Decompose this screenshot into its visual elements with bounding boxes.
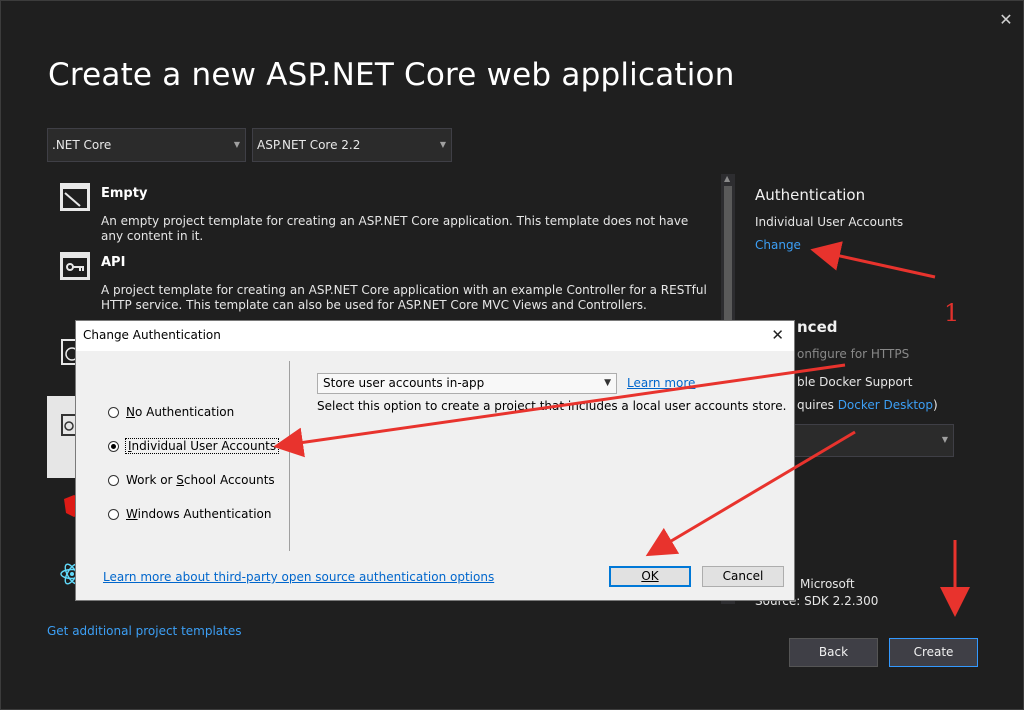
- chevron-down-icon: ▼: [439, 140, 446, 149]
- docker-desktop-link[interactable]: Docker Desktop: [838, 398, 933, 412]
- vertical-divider: [289, 361, 290, 551]
- requires-suffix: ): [933, 398, 938, 412]
- requires-text: quires: [797, 398, 838, 412]
- learn-more-link[interactable]: Learn more: [627, 376, 695, 390]
- radio-button[interactable]: [108, 406, 119, 418]
- change-authentication-dialog: Change Authentication ✕ No Authenticatio…: [75, 320, 795, 601]
- change-auth-link[interactable]: Change: [755, 238, 801, 252]
- chevron-down-icon: ▼: [941, 435, 948, 444]
- radio-label: Individual User Accounts: [124, 438, 280, 454]
- radio-button[interactable]: [108, 508, 119, 520]
- docker-requires-note: quires Docker Desktop): [797, 398, 938, 412]
- radio-no-authentication[interactable]: No Authentication: [108, 403, 234, 421]
- get-more-templates-link[interactable]: Get additional project templates: [47, 624, 242, 638]
- cancel-label: Cancel: [722, 569, 764, 583]
- authentication-value: Individual User Accounts: [755, 215, 904, 229]
- advanced-heading: nced: [797, 318, 838, 336]
- dialog-titlebar: Change Authentication ✕: [76, 321, 794, 351]
- create-button[interactable]: Create: [889, 638, 978, 667]
- third-party-auth-link[interactable]: Learn more about third-party open source…: [103, 570, 494, 584]
- back-button[interactable]: Back: [789, 638, 878, 667]
- https-checkbox-label[interactable]: onfigure for HTTPS: [797, 347, 909, 361]
- api-template-icon: [60, 252, 90, 280]
- close-icon[interactable]: ✕: [997, 11, 1015, 29]
- radio-button[interactable]: [108, 474, 119, 486]
- template-item-api[interactable]: API A project template for creating an A…: [47, 243, 717, 323]
- ok-button[interactable]: OK: [609, 566, 691, 587]
- template-description: A project template for creating an ASP.N…: [101, 283, 707, 312]
- radio-label: No Authentication: [126, 405, 235, 419]
- radio-work-school-accounts[interactable]: Work or School Accounts: [108, 471, 275, 489]
- template-description: An empty project template for creating a…: [101, 214, 689, 243]
- template-item-empty[interactable]: Empty An empty project template for crea…: [47, 174, 717, 244]
- radio-label: Windows Authentication: [126, 507, 272, 521]
- annotation-number: 1: [944, 299, 960, 327]
- framework-dropdown[interactable]: .NET Core ▼: [47, 128, 246, 162]
- ok-label: OK: [641, 569, 659, 583]
- selected-template-highlight[interactable]: [47, 396, 77, 478]
- template-name: Empty: [101, 186, 148, 201]
- chevron-down-icon: ▼: [233, 140, 240, 149]
- framework-dropdown-value: .NET Core: [52, 138, 112, 152]
- radio-label: Work or School Accounts: [126, 473, 275, 487]
- option-description: Select this option to create a project t…: [317, 399, 787, 413]
- authentication-heading: Authentication: [755, 186, 866, 204]
- chevron-down-icon: ▼: [604, 378, 611, 388]
- scroll-up-icon[interactable]: ▲: [724, 174, 730, 183]
- dialog-close-icon[interactable]: ✕: [771, 326, 784, 344]
- source-publisher: Microsoft: [800, 577, 855, 591]
- empty-template-icon: [60, 183, 90, 211]
- version-dropdown[interactable]: ASP.NET Core 2.2 ▼: [252, 128, 452, 162]
- radio-individual-user-accounts[interactable]: Individual User Accounts: [108, 437, 280, 455]
- cancel-button[interactable]: Cancel: [702, 566, 784, 587]
- version-dropdown-value: ASP.NET Core 2.2: [257, 138, 361, 152]
- template-name: API: [101, 255, 126, 270]
- radio-windows-authentication[interactable]: Windows Authentication: [108, 505, 271, 523]
- radio-button-selected[interactable]: [108, 440, 119, 452]
- docker-checkbox-label[interactable]: ble Docker Support: [797, 375, 912, 389]
- page-title: Create a new ASP.NET Core web applicatio…: [48, 57, 735, 93]
- account-store-select[interactable]: Store user accounts in-app ▼: [317, 373, 617, 394]
- account-store-value: Store user accounts in-app: [323, 376, 485, 390]
- scrollbar-thumb[interactable]: [724, 186, 732, 326]
- dialog-title: Change Authentication: [83, 328, 221, 342]
